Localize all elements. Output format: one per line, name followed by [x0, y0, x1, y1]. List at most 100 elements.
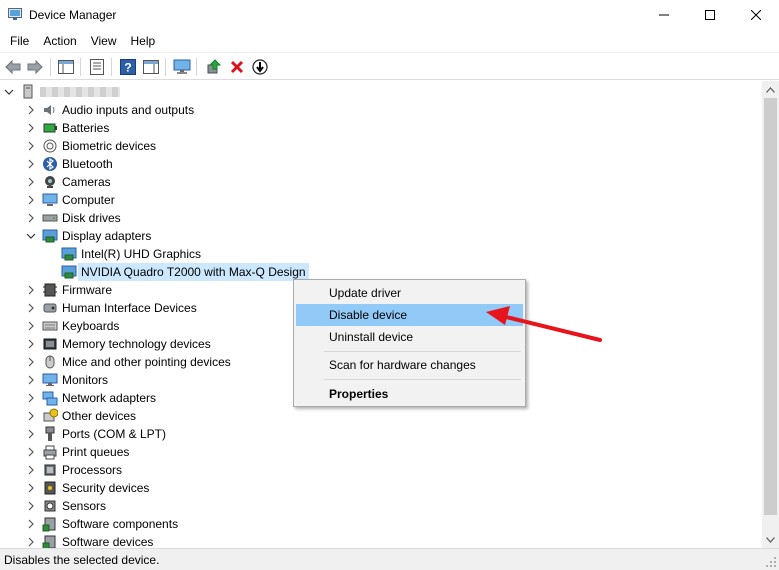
tree-category-item[interactable]: Display adapters: [26, 227, 151, 245]
maximize-button[interactable]: [687, 0, 733, 30]
disk-icon: [42, 214, 58, 222]
help-icon: ?: [120, 59, 136, 75]
tree-category-item[interactable]: Audio inputs and outputs: [28, 101, 195, 119]
tree-device-item[interactable]: Intel(R) UHD Graphics: [61, 245, 201, 263]
tree-category-item[interactable]: Software devices: [28, 533, 153, 548]
vertical-scrollbar[interactable]: [762, 81, 779, 548]
uninstall-device-button[interactable]: [227, 57, 247, 77]
tree-item-label: Disk drives: [62, 211, 121, 225]
toolbar-separator: [196, 58, 197, 76]
chevron-right-icon[interactable]: [26, 177, 36, 187]
update-driver-button[interactable]: [204, 57, 224, 77]
chevron-right-icon[interactable]: [26, 519, 36, 529]
scan-hardware-button[interactable]: [172, 57, 192, 77]
menu-view[interactable]: View: [84, 30, 124, 52]
chevron-right-icon[interactable]: [26, 483, 36, 493]
chevron-right-icon[interactable]: [26, 141, 36, 151]
scroll-up-button[interactable]: [762, 81, 779, 98]
chevron-right-icon[interactable]: [26, 411, 36, 421]
chevron-right-icon[interactable]: [26, 465, 36, 475]
action-pane-icon: [143, 60, 159, 74]
tree-item-label: Sensors: [62, 499, 107, 513]
port-icon: [45, 426, 55, 441]
toolbar-separator: [80, 58, 81, 76]
chevron-right-icon[interactable]: [26, 447, 36, 457]
chevron-right-icon[interactable]: [26, 303, 36, 313]
show-action-pane-button[interactable]: [141, 57, 161, 77]
chevron-right-icon[interactable]: [26, 501, 36, 511]
chevron-right-icon[interactable]: [26, 537, 36, 547]
tree-category-item[interactable]: Keyboards: [28, 317, 120, 335]
menu-help[interactable]: Help: [124, 30, 163, 52]
tree-category-item[interactable]: Cameras: [28, 173, 111, 191]
tree-category-item[interactable]: Bluetooth: [28, 155, 113, 173]
minimize-button[interactable]: [641, 0, 687, 30]
tree-device-item[interactable]: NVIDIA Quadro T2000 with Max-Q Design: [61, 263, 309, 281]
tree-category-item[interactable]: Print queues: [28, 443, 129, 461]
help-toolbar-button[interactable]: ?: [118, 57, 138, 77]
scrollbar-thumb[interactable]: [764, 98, 777, 515]
tree-item-label: Intel(R) UHD Graphics: [81, 247, 202, 261]
tree-category-item[interactable]: Software components: [28, 515, 178, 533]
security-icon: [44, 481, 56, 495]
update-driver-icon: [207, 59, 222, 74]
chevron-down-icon[interactable]: [26, 231, 36, 241]
camera-icon: [45, 176, 55, 188]
computer-name-redacted: [40, 87, 120, 97]
show-hide-console-tree-button[interactable]: [56, 57, 76, 77]
forward-arrow-icon: [27, 60, 43, 74]
menu-properties[interactable]: Properties: [296, 383, 523, 405]
tree-category-item[interactable]: Security devices: [28, 479, 149, 497]
tree-item-label: Bluetooth: [62, 157, 113, 171]
chevron-right-icon[interactable]: [26, 375, 36, 385]
tree-category-item[interactable]: Memory technology devices: [28, 335, 211, 353]
tree-category-item[interactable]: Monitors: [28, 371, 109, 389]
battery-icon: [43, 123, 57, 133]
menu-file[interactable]: File: [3, 30, 36, 52]
chevron-right-icon[interactable]: [26, 213, 36, 223]
close-button[interactable]: [733, 0, 779, 30]
chevron-right-icon[interactable]: [26, 195, 36, 205]
tree-category-item[interactable]: Processors: [28, 461, 122, 479]
menu-separator: [324, 351, 521, 352]
tree-category-item[interactable]: Computer: [28, 191, 115, 209]
tree-category-item[interactable]: Sensors: [28, 497, 107, 515]
chevron-right-icon[interactable]: [26, 357, 36, 367]
scroll-down-button[interactable]: [762, 531, 779, 548]
tree-category-item[interactable]: Firmware: [28, 281, 112, 299]
chevron-right-icon[interactable]: [26, 429, 36, 439]
tree-item-label: Memory technology devices: [62, 337, 211, 351]
properties-toolbar-button[interactable]: [87, 57, 107, 77]
tree-item-label: Ports (COM & LPT): [62, 427, 167, 441]
tree-category-item[interactable]: Human Interface Devices: [28, 299, 197, 317]
chevron-right-icon[interactable]: [26, 105, 36, 115]
chevron-right-icon[interactable]: [26, 159, 36, 169]
tree-item-label: Monitors: [62, 373, 109, 387]
processor-icon: [44, 464, 56, 476]
disable-device-button[interactable]: [250, 57, 270, 77]
toolbar-separator: [165, 58, 166, 76]
resize-grip-icon[interactable]: [765, 556, 777, 568]
tree-category-item[interactable]: Biometric devices: [28, 137, 156, 155]
chevron-right-icon[interactable]: [26, 123, 36, 133]
chevron-right-icon[interactable]: [26, 321, 36, 331]
forward-button[interactable]: [25, 57, 45, 77]
tree-category-item[interactable]: Mice and other pointing devices: [28, 353, 231, 371]
tree-category-item[interactable]: Batteries: [28, 119, 109, 137]
tree-category-item[interactable]: Other devices: [28, 407, 136, 425]
chevron-right-icon[interactable]: [26, 285, 36, 295]
computer-root-icon: [23, 84, 33, 99]
tree-root[interactable]: [4, 83, 120, 101]
menu-scan-hardware-changes[interactable]: Scan for hardware changes: [296, 354, 523, 376]
chevron-right-icon[interactable]: [26, 393, 36, 403]
menu-action[interactable]: Action: [36, 30, 83, 52]
back-button[interactable]: [3, 57, 23, 77]
tree-item-label: Keyboards: [62, 319, 120, 333]
close-icon: [751, 10, 761, 20]
tree-category-item[interactable]: Network adapters: [28, 389, 156, 407]
tree-item-label: Computer: [62, 193, 115, 207]
chevron-right-icon[interactable]: [26, 339, 36, 349]
tree-category-item[interactable]: Ports (COM & LPT): [28, 425, 167, 443]
tree-item-label: Audio inputs and outputs: [62, 103, 195, 117]
tree-category-item[interactable]: Disk drives: [28, 209, 121, 227]
